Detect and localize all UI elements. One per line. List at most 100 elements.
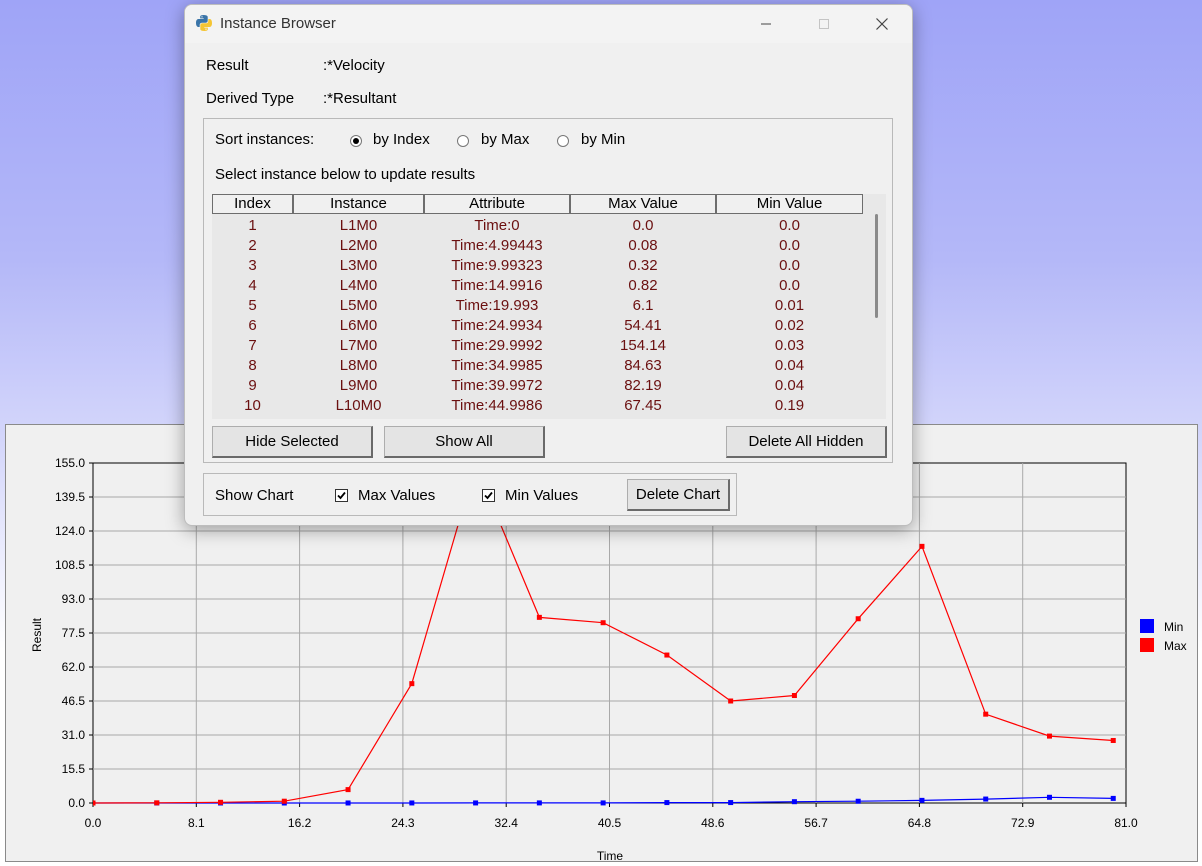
- delete-chart-button[interactable]: Delete Chart: [627, 479, 730, 511]
- column-header[interactable]: Attribute: [424, 194, 570, 214]
- table-cell: Time:4.99443: [451, 237, 543, 254]
- data-point-min: [983, 796, 989, 802]
- table-row[interactable]: 4 L4M0 Time:14.9916 0.82 0.0: [212, 276, 863, 296]
- table-cell: 7: [248, 337, 257, 354]
- radio-by-max[interactable]: [457, 135, 469, 147]
- y-tick-label: 15.5: [62, 762, 86, 776]
- table-cell: 2: [248, 237, 257, 254]
- table-row[interactable]: 6 L6M0 Time:24.9934 54.41 0.02: [212, 316, 863, 336]
- table-cell: L3M0: [339, 257, 378, 274]
- table-cell: 0.0: [632, 217, 654, 234]
- close-button[interactable]: [859, 5, 905, 43]
- min-values-label: Min Values: [505, 487, 579, 504]
- table-row[interactable]: 10 L10M0 Time:44.9986 67.45 0.19: [212, 396, 863, 416]
- table-cell: 9: [248, 377, 257, 394]
- close-icon: [876, 18, 888, 30]
- table-cell: 0.01: [774, 297, 805, 314]
- derived-type-label: Derived Type: [206, 90, 295, 107]
- y-tick-label: 155.0: [55, 456, 85, 470]
- data-point-max: [154, 800, 160, 806]
- data-point-min: [791, 799, 797, 805]
- sort-by-index-label: by Index: [373, 131, 430, 148]
- table-scrollbar[interactable]: [875, 214, 878, 318]
- table-cell: 0.08: [628, 237, 658, 254]
- x-tick-label: 40.5: [598, 816, 622, 830]
- data-point-max: [600, 620, 606, 626]
- show-all-button[interactable]: Show All: [384, 426, 545, 458]
- table-cell: Time:34.9985: [451, 357, 543, 374]
- table-cell: 0.04: [774, 357, 805, 374]
- table-cell: 1: [248, 217, 257, 234]
- window-title: Instance Browser: [220, 15, 336, 32]
- table-cell: Time:24.9934: [451, 317, 543, 334]
- table-cell: 54.41: [624, 317, 662, 334]
- data-point-max: [345, 787, 351, 793]
- data-point-max: [1110, 737, 1116, 743]
- result-label: Result: [206, 57, 249, 74]
- y-tick-label: 77.5: [62, 626, 86, 640]
- maximize-icon: [819, 19, 829, 29]
- result-value: :*Velocity: [323, 57, 385, 74]
- select-instance-hint: Select instance below to update results: [215, 166, 476, 183]
- column-header[interactable]: Min Value: [716, 194, 863, 214]
- data-point-max: [281, 798, 287, 804]
- legend-label-max: Max: [1164, 639, 1187, 653]
- hide-selected-button[interactable]: Hide Selected: [212, 426, 373, 458]
- sort-by-min-label: by Min: [581, 131, 626, 148]
- column-header[interactable]: Max Value: [570, 194, 716, 214]
- x-tick-label: 72.9: [1011, 816, 1035, 830]
- y-tick-label: 31.0: [62, 728, 86, 742]
- table-cell: 10: [244, 397, 261, 414]
- table-row[interactable]: 7 L7M0 Time:29.9992 154.14 0.03: [212, 336, 863, 356]
- table-cell: 0.32: [628, 257, 658, 274]
- column-header[interactable]: Instance: [293, 194, 424, 214]
- table-header: Index Instance Attribute Max Value Min Value: [212, 194, 863, 216]
- table-cell: Time:0: [474, 217, 520, 234]
- sort-label: Sort instances:: [215, 131, 315, 148]
- table-body[interactable]: 1 L1M0 Time:0 0.0 0.0 2 L2M0 Time:4.99443 0.08 0.…: [212, 216, 863, 416]
- legend-label-min: Min: [1164, 620, 1183, 634]
- radio-by-index[interactable]: [350, 135, 362, 147]
- minimize-button[interactable]: [743, 5, 789, 43]
- table-cell: 0.04: [774, 377, 805, 394]
- data-point-max: [919, 543, 925, 549]
- data-point-max: [728, 698, 734, 704]
- table-cell: L5M0: [339, 297, 378, 314]
- minimize-icon: [761, 23, 771, 25]
- legend-swatch-min: [1140, 619, 1154, 633]
- table-cell: L10M0: [335, 397, 382, 414]
- table-row[interactable]: 9 L9M0 Time:39.9972 82.19 0.04: [212, 376, 863, 396]
- data-point-min: [409, 800, 415, 806]
- y-tick-label: 108.5: [55, 558, 85, 572]
- x-tick-label: 64.8: [908, 816, 932, 830]
- legend-swatch-max: [1140, 638, 1154, 652]
- instance-browser-dialog: Instance Browser Result :*Velocity Deriv…: [184, 4, 913, 526]
- table-cell: 0.19: [774, 397, 805, 414]
- y-tick-label: 93.0: [62, 592, 86, 606]
- data-point-max: [1046, 733, 1052, 739]
- table-cell: Time:9.99323: [451, 257, 543, 274]
- table-row[interactable]: 8 L8M0 Time:34.9985 84.63 0.04: [212, 356, 863, 376]
- table-row[interactable]: 1 L1M0 Time:0 0.0 0.0: [212, 216, 863, 236]
- title-bar[interactable]: Instance Browser: [185, 5, 912, 43]
- min-values-checkbox[interactable]: [482, 489, 495, 502]
- table-cell: L8M0: [339, 357, 378, 374]
- data-point-max: [855, 616, 861, 622]
- table-row[interactable]: 2 L2M0 Time:4.99443 0.08 0.0: [212, 236, 863, 256]
- derived-type-value: :*Resultant: [323, 90, 397, 107]
- data-point-min: [1110, 795, 1116, 801]
- table-row[interactable]: 5 L5M0 Time:19.993 6.1 0.01: [212, 296, 863, 316]
- instances-table[interactable]: Index Instance Attribute Max Value Min Value…: [212, 194, 886, 419]
- x-tick-label: 16.2: [288, 816, 312, 830]
- x-tick-label: 81.0: [1114, 816, 1138, 830]
- y-tick-label: 139.5: [55, 490, 85, 504]
- max-values-checkbox[interactable]: [335, 489, 348, 502]
- radio-by-min[interactable]: [557, 135, 569, 147]
- table-row[interactable]: 3 L3M0 Time:9.99323 0.32 0.0: [212, 256, 863, 276]
- x-tick-label: 32.4: [495, 816, 519, 830]
- table-cell: 0.02: [774, 317, 805, 334]
- table-cell: 67.45: [624, 397, 662, 414]
- column-header[interactable]: Index: [212, 194, 293, 214]
- maximize-button[interactable]: [801, 5, 847, 43]
- delete-all-hidden-button[interactable]: Delete All Hidden: [726, 426, 887, 458]
